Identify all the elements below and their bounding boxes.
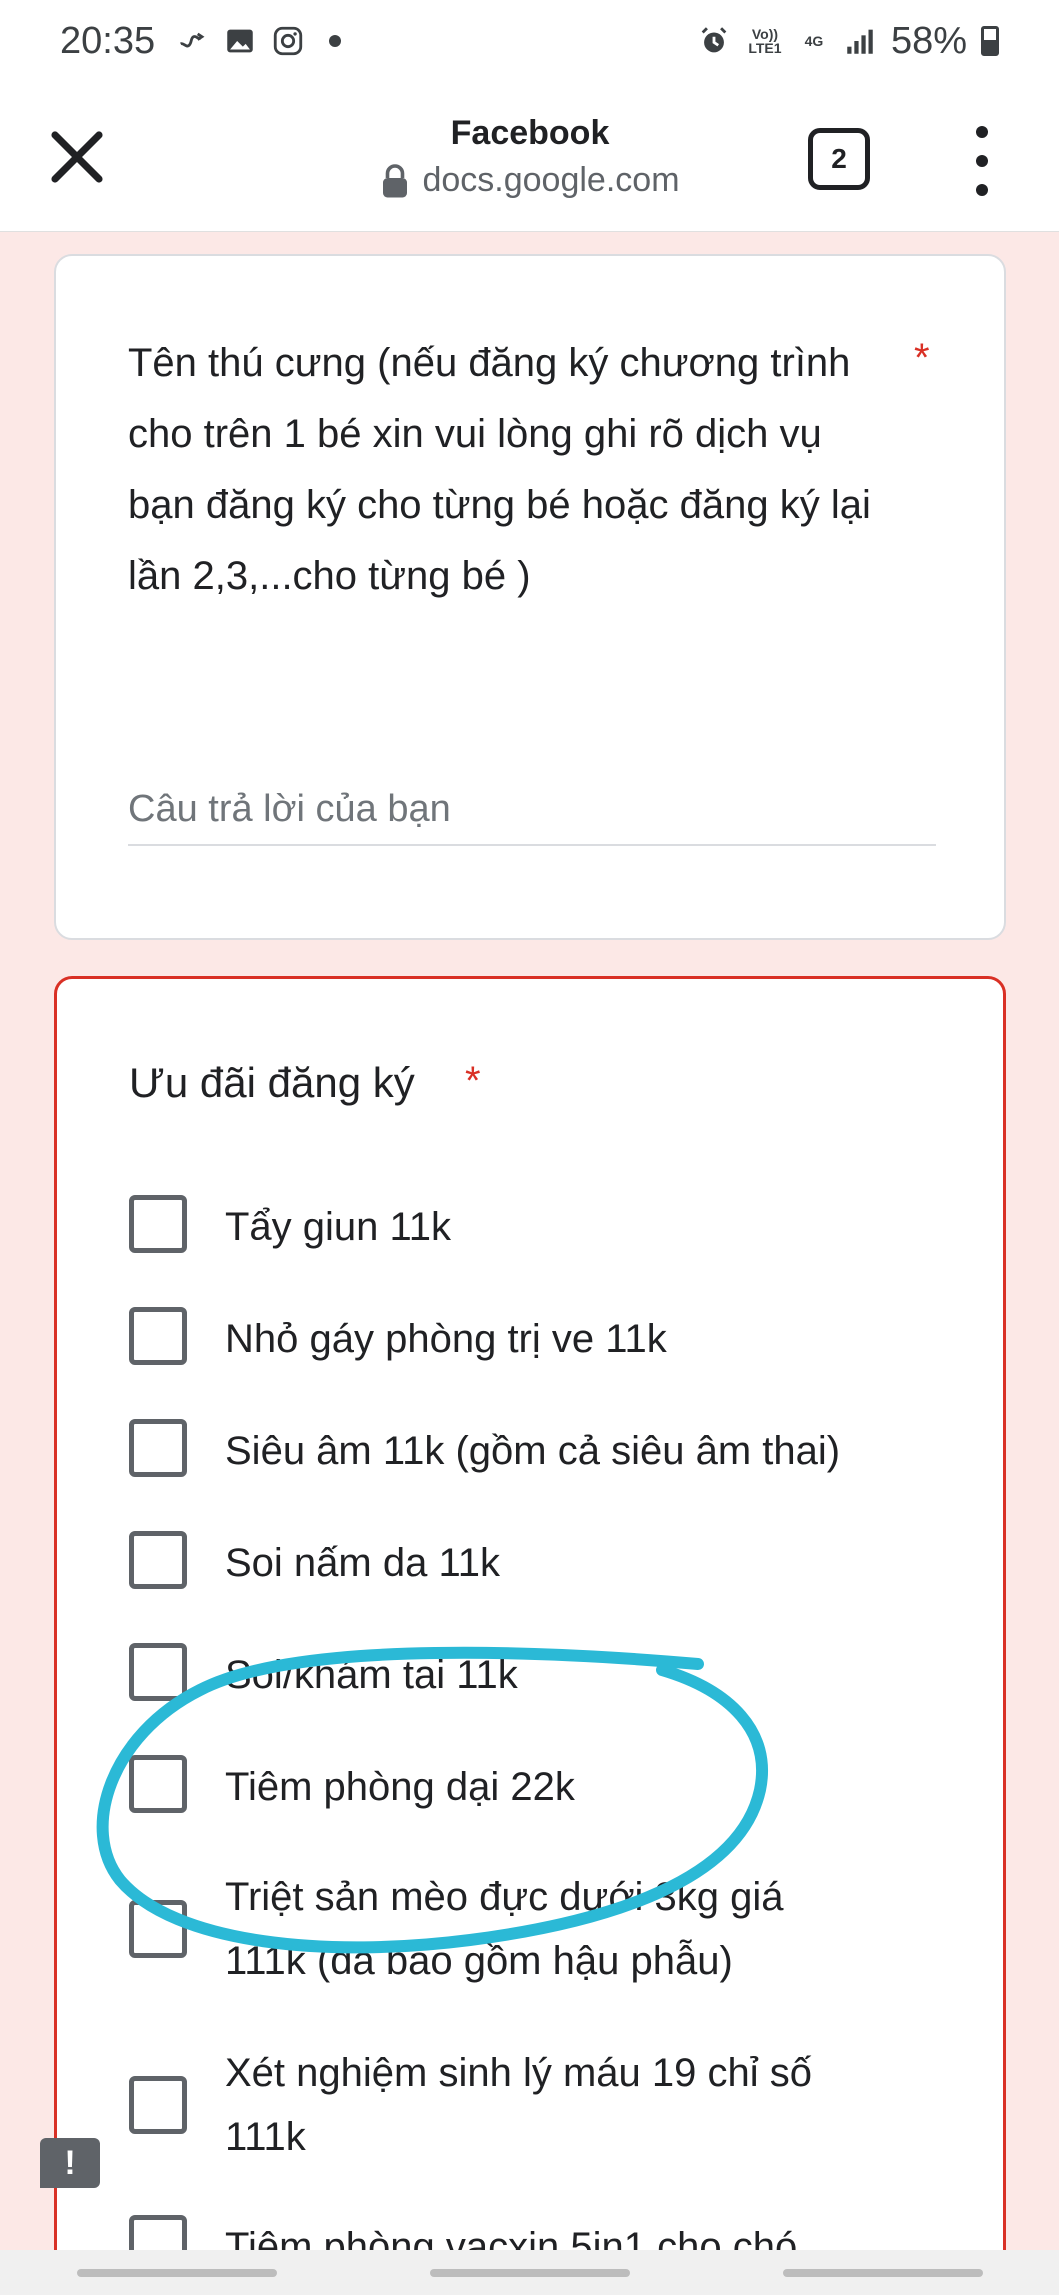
option-label: Soi nấm da 11k (225, 1541, 500, 1585)
lock-icon (383, 163, 408, 197)
option-label: Triệt sản mèo đực dưới 3kg giá 111k (đã … (225, 1875, 784, 1983)
nav-recents-indicator[interactable] (76, 2268, 277, 2277)
checkbox-option[interactable]: Tẩy giun 11k (129, 1195, 949, 1259)
checkbox-option[interactable]: Triệt sản mèo đực dưới 3kg giá 111k (đã … (129, 1865, 949, 1993)
answer-input[interactable] (128, 774, 936, 846)
page-title: Facebook (450, 114, 610, 152)
question-title: Ưu đãi đăng ký (129, 1059, 415, 1106)
required-asterisk: * (914, 336, 930, 380)
transfer-icon (180, 32, 205, 48)
checkbox-option[interactable]: Nhỏ gáy phòng trị ve 11k (129, 1307, 949, 1371)
option-label: Nhỏ gáy phòng trị ve 11k (225, 1317, 667, 1361)
alarm-icon (701, 27, 727, 53)
checkbox-option[interactable]: Soi nấm da 11k (129, 1531, 949, 1595)
signal-icon (847, 29, 873, 54)
status-time: 20:35 (60, 19, 156, 62)
checkbox[interactable] (129, 1755, 187, 1813)
checkbox-option[interactable]: Siêu âm 11k (gồm cả siêu âm thai) (129, 1419, 949, 1483)
question-card-pet-name: Tên thú cưng (nếu đăng ký chương trình c… (54, 254, 1006, 940)
option-label: Tiêm phòng dại 22k (225, 1765, 575, 1809)
checkbox-option[interactable]: Xét nghiệm sinh lý máu 19 chỉ số 111k (129, 2041, 949, 2169)
question-title: Tên thú cưng (nếu đăng ký chương trình c… (128, 341, 871, 598)
checkbox[interactable] (129, 1643, 187, 1701)
url-display: docs.google.com (300, 161, 760, 200)
tab-switcher-button[interactable]: 2 (808, 128, 870, 190)
option-label: Siêu âm 11k (gồm cả siêu âm thai) (225, 1429, 841, 1473)
more-options-icon[interactable] (970, 126, 994, 196)
notification-dot-icon (329, 35, 342, 47)
url-text: docs.google.com (422, 161, 680, 199)
required-asterisk: * (465, 1059, 481, 1103)
nav-back-indicator[interactable] (782, 2268, 983, 2277)
browser-toolbar: Facebook docs.google.com 2 (0, 82, 1059, 232)
close-icon[interactable] (44, 124, 110, 190)
question-card-offers: Ưu đãi đăng ký * Tẩy giun 11k Nhỏ gáy ph… (54, 976, 1006, 2295)
checkbox[interactable] (129, 2076, 187, 2134)
option-label: Tẩy giun 11k (225, 1205, 452, 1249)
page-title-block[interactable]: Facebook docs.google.com (300, 114, 760, 200)
volte-indicator: Vo)) LTE1 (748, 26, 782, 56)
option-label: Xét nghiệm sinh lý máu 19 chỉ số 111k (225, 2051, 812, 2159)
feedback-button[interactable]: ! (40, 2138, 100, 2188)
checkbox-option[interactable]: Soi/khám tai 11k (129, 1643, 949, 1707)
checkbox[interactable] (129, 1900, 187, 1958)
network-type: 4G (804, 33, 824, 49)
battery-percent: 58% (890, 19, 967, 62)
instagram-icon (273, 26, 303, 56)
nav-home-indicator[interactable] (429, 2268, 630, 2277)
checkbox[interactable] (129, 1195, 187, 1253)
checkbox[interactable] (129, 1531, 187, 1589)
status-bar: 20:35 Vo)) LTE1 4G 58% (0, 0, 1059, 82)
checkbox[interactable] (129, 1307, 187, 1365)
option-label: Soi/khám tai 11k (225, 1653, 518, 1697)
checkbox[interactable] (129, 1419, 187, 1477)
system-navigation-bar (0, 2250, 1059, 2295)
battery-icon (981, 26, 999, 56)
gallery-icon (227, 29, 253, 53)
checkbox-option[interactable]: Tiêm phòng dại 22k (129, 1755, 949, 1819)
